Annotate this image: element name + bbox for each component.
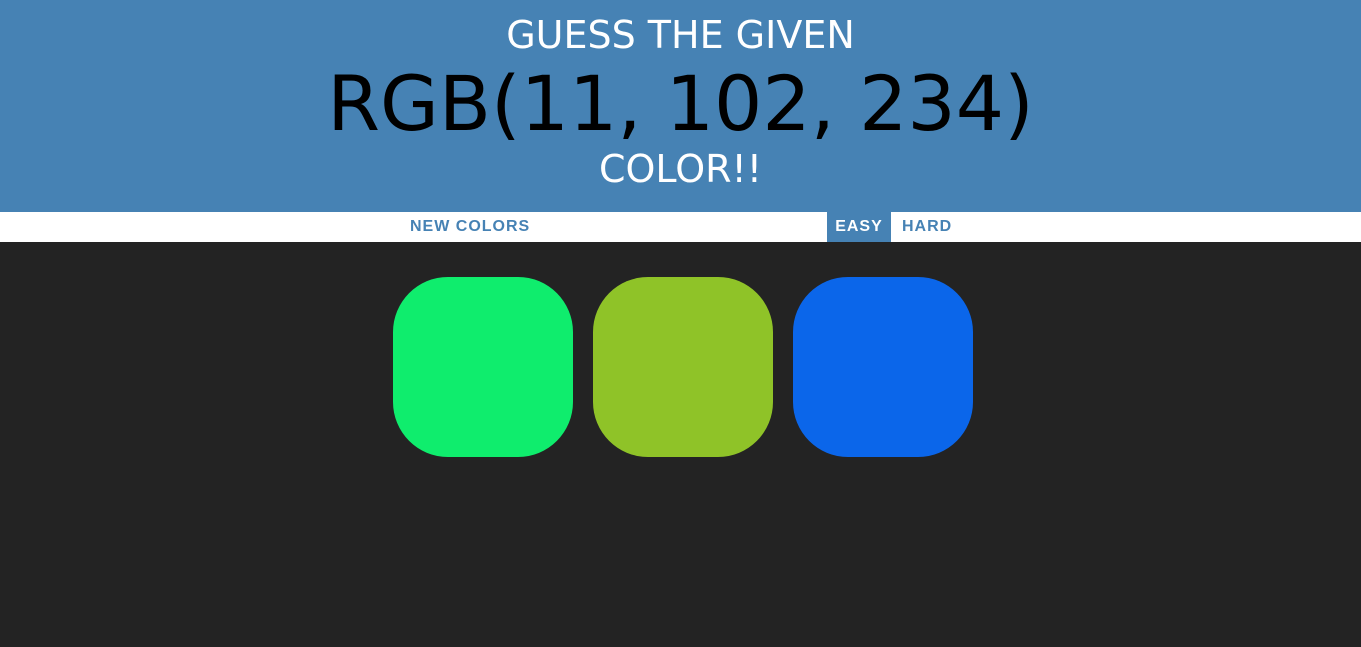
- color-square[interactable]: [593, 277, 773, 457]
- color-square[interactable]: [793, 277, 973, 457]
- control-stripe: NEW COLORS EASY HARD: [0, 212, 1361, 242]
- rgb-target-display: RGB(11, 102, 234): [327, 59, 1034, 148]
- header: GUESS THE GIVEN RGB(11, 102, 234) COLOR!…: [0, 0, 1361, 212]
- new-colors-button[interactable]: NEW COLORS: [404, 212, 537, 242]
- hard-mode-button[interactable]: HARD: [896, 212, 959, 242]
- color-board: [393, 277, 973, 457]
- color-square[interactable]: [393, 277, 573, 457]
- title-line-3: COLOR!!: [598, 147, 763, 191]
- title-line-1: GUESS THE GIVEN: [506, 13, 855, 57]
- easy-mode-button[interactable]: EASY: [827, 212, 891, 242]
